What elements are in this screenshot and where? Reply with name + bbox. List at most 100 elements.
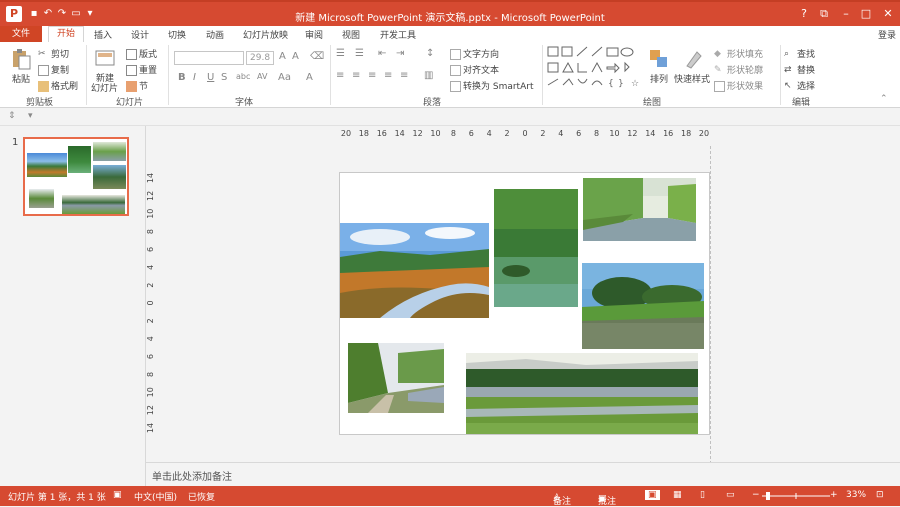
justify-icon[interactable]: ≡ (384, 70, 392, 81)
format-painter-button[interactable]: 格式刷 (38, 79, 78, 92)
tab-transitions[interactable]: 切换 (168, 28, 186, 41)
zoom-slider[interactable] (762, 491, 830, 501)
grow-font-icon[interactable]: A (279, 51, 286, 62)
slide-canvas[interactable] (339, 172, 710, 435)
ruler-tick-label: 14 (147, 173, 155, 183)
language-status[interactable]: 中文(中国) (134, 490, 177, 503)
zoom-out-icon[interactable]: − (752, 490, 760, 500)
tab-slideshow[interactable]: 幻灯片放映 (243, 28, 288, 41)
char-spacing-button[interactable]: AV (257, 72, 267, 81)
paste-icon[interactable] (10, 48, 32, 70)
font-size-field[interactable]: 29.8 (246, 51, 274, 65)
slide-edge-guide (710, 146, 711, 464)
pin-icon[interactable]: ⇕ (8, 111, 16, 121)
increase-indent-icon[interactable]: ⇥ (396, 48, 404, 59)
reset-button[interactable]: 重置 (126, 63, 157, 76)
replace-button[interactable]: ⇄ 替换 (784, 63, 815, 76)
normal-view-icon[interactable]: ▣ (645, 490, 660, 500)
align-left-icon[interactable]: ≡ (336, 70, 344, 81)
group-label-slides: 幻灯片 (116, 98, 144, 108)
arrange-icon[interactable] (648, 48, 670, 70)
quick-styles-button[interactable]: 快速样式 (674, 72, 710, 85)
photo-autumn-river[interactable] (340, 223, 489, 318)
align-right-icon[interactable]: ≡ (368, 70, 376, 81)
login-link[interactable]: 登录 (878, 28, 896, 41)
brush-icon (38, 81, 49, 92)
photo-green-pond[interactable] (582, 263, 704, 349)
tab-view[interactable]: 视图 (342, 28, 360, 41)
find-button[interactable]: ⌕ 查找 (784, 47, 815, 60)
photo-forest-lake[interactable] (494, 189, 578, 307)
group-label-font: 字体 (235, 98, 254, 108)
tab-design[interactable]: 设计 (131, 28, 149, 41)
arrange-button[interactable]: 排列 (650, 72, 668, 85)
bold-button[interactable]: B (178, 72, 186, 83)
close-button[interactable]: ✕ (878, 6, 898, 22)
zoom-in-icon[interactable]: + (830, 490, 838, 500)
dropdown-icon[interactable]: ▾ (28, 111, 33, 121)
font-color-button[interactable]: A (306, 72, 313, 83)
new-slide-label-2[interactable]: 幻灯片 (91, 81, 118, 94)
shrink-font-icon[interactable]: A (292, 51, 299, 62)
photo-wetland[interactable] (466, 353, 698, 435)
tab-file[interactable]: 文件 (0, 26, 42, 42)
clear-format-icon[interactable]: ⌫ (310, 51, 324, 62)
photo-river-trees[interactable] (583, 178, 696, 241)
photo-path[interactable] (348, 343, 444, 413)
align-center-icon[interactable]: ≡ (352, 70, 360, 81)
shape-effects-button[interactable]: 形状效果 (714, 79, 763, 92)
shape-outline-button[interactable]: ✎ 形状轮廓 (714, 63, 763, 76)
ruler-tick-label: 8 (147, 229, 155, 234)
minimize-button[interactable]: – (836, 6, 856, 22)
reading-view-icon[interactable]: ▯ (700, 490, 705, 500)
select-button[interactable]: ↖ 选择 (784, 79, 815, 92)
layout-button[interactable]: 版式 (126, 47, 157, 60)
shapes-gallery[interactable]: { } ☆ (547, 45, 639, 91)
section-button[interactable]: 节 (126, 79, 148, 92)
tab-animations[interactable]: 动画 (206, 28, 224, 41)
ruler-tick-label: 20 (699, 129, 709, 138)
strikethrough-button[interactable]: abc (236, 72, 250, 81)
help-button[interactable]: ? (794, 6, 814, 22)
zoom-level[interactable]: 33% (846, 490, 866, 500)
fit-slide-icon[interactable]: ⊡ (876, 490, 884, 500)
text-direction-label: 文字方向 (463, 50, 500, 60)
font-name-field[interactable] (174, 51, 244, 65)
italic-button[interactable]: I (193, 72, 196, 83)
distribute-icon[interactable]: ≡ (400, 70, 408, 81)
ribbon-display-button[interactable]: ⧉ (814, 6, 834, 22)
slide-sorter-icon[interactable]: ▦ (673, 490, 682, 500)
reset-icon (126, 65, 137, 76)
smartart-button[interactable]: 转换为 SmartArt (450, 79, 533, 92)
tab-home[interactable]: 开始 (48, 26, 85, 42)
spellcheck-icon[interactable]: ▣ (113, 490, 122, 500)
copy-button[interactable]: 复制 (38, 63, 69, 76)
underline-button[interactable]: U (207, 72, 214, 83)
tab-developer[interactable]: 开发工具 (380, 28, 416, 41)
text-direction-button[interactable]: 文字方向 (450, 47, 499, 60)
maximize-button[interactable]: □ (856, 6, 876, 22)
quick-access-bar: ⇕ ▾ (0, 108, 900, 126)
slide-thumbnail[interactable] (23, 137, 129, 216)
ruler-tick-label: 12 (147, 405, 155, 415)
cut-button[interactable]: ✂ 剪切 (38, 47, 69, 60)
shadow-button[interactable]: S (221, 72, 227, 83)
decrease-indent-icon[interactable]: ⇤ (378, 48, 386, 59)
numbering-icon[interactable]: ☰ (355, 48, 364, 59)
columns-icon[interactable]: ▥ (424, 70, 433, 81)
align-text-button[interactable]: 对齐文本 (450, 63, 499, 76)
slideshow-icon[interactable]: ▭ (726, 490, 735, 500)
new-slide-icon[interactable] (94, 47, 116, 69)
quick-styles-icon[interactable] (683, 48, 705, 70)
bullets-icon[interactable]: ☰ (336, 48, 345, 59)
change-case-button[interactable]: Aa (278, 72, 291, 83)
notes-pane[interactable]: 单击此处添加备注 (146, 462, 900, 486)
thumb-photo-river-trees (93, 142, 126, 161)
collapse-ribbon-icon[interactable]: ⌃ (880, 94, 888, 104)
tab-review[interactable]: 审阅 (305, 28, 323, 41)
tab-insert[interactable]: 插入 (94, 28, 112, 41)
line-spacing-icon[interactable]: ↕ (426, 48, 434, 59)
paste-button[interactable]: 粘贴 (12, 72, 30, 85)
notes-placeholder[interactable]: 单击此处添加备注 (152, 468, 232, 483)
shape-fill-button[interactable]: ◆ 形状填充 (714, 47, 763, 60)
